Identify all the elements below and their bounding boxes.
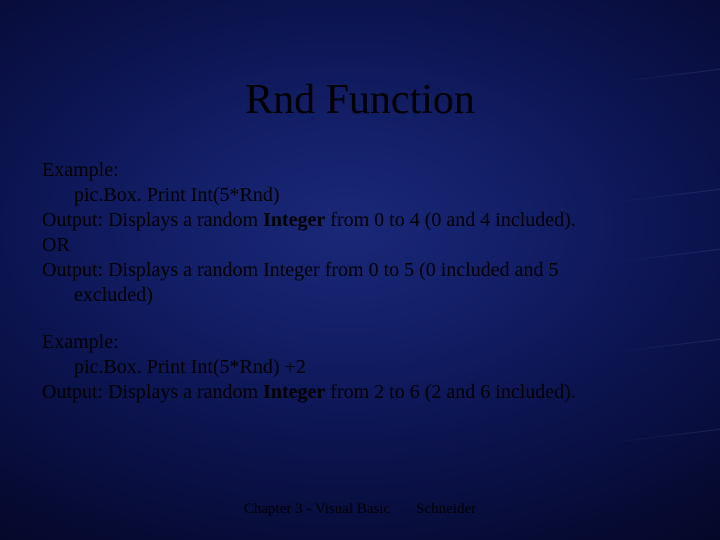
text-bold: Integer [263, 209, 325, 231]
example1-code: pic.Box. Print Int(5*Rnd) [42, 183, 682, 208]
example2-label: Example: [42, 330, 682, 355]
slide-footer: Chapter 3 - Visual Basic Schneider [0, 501, 720, 518]
spacer [42, 308, 682, 330]
slide-body: Example: pic.Box. Print Int(5*Rnd) Outpu… [42, 158, 682, 405]
slide: Rnd Function Example: pic.Box. Print Int… [0, 0, 720, 540]
slide-title: Rnd Function [0, 76, 720, 124]
example1-output2-line2: excluded) [42, 283, 682, 308]
example2-output: Output: Displays a random Integer from 2… [42, 380, 682, 405]
footer-left: Chapter 3 - Visual Basic [244, 501, 390, 517]
example1-or: OR [42, 233, 682, 258]
text: Output: Displays a random [42, 381, 263, 403]
example1-output2-line1: Output: Displays a random Integer from 0… [42, 258, 682, 283]
text: from 0 to 4 (0 and 4 included). [325, 209, 576, 231]
footer-right: Schneider [416, 501, 476, 517]
text: from 2 to 6 (2 and 6 included). [325, 381, 576, 403]
text: Output: Displays a random [42, 209, 263, 231]
example2-code: pic.Box. Print Int(5*Rnd) +2 [42, 355, 682, 380]
text-bold: Integer [263, 381, 325, 403]
example1-output1: Output: Displays a random Integer from 0… [42, 208, 682, 233]
example1-label: Example: [42, 158, 682, 183]
